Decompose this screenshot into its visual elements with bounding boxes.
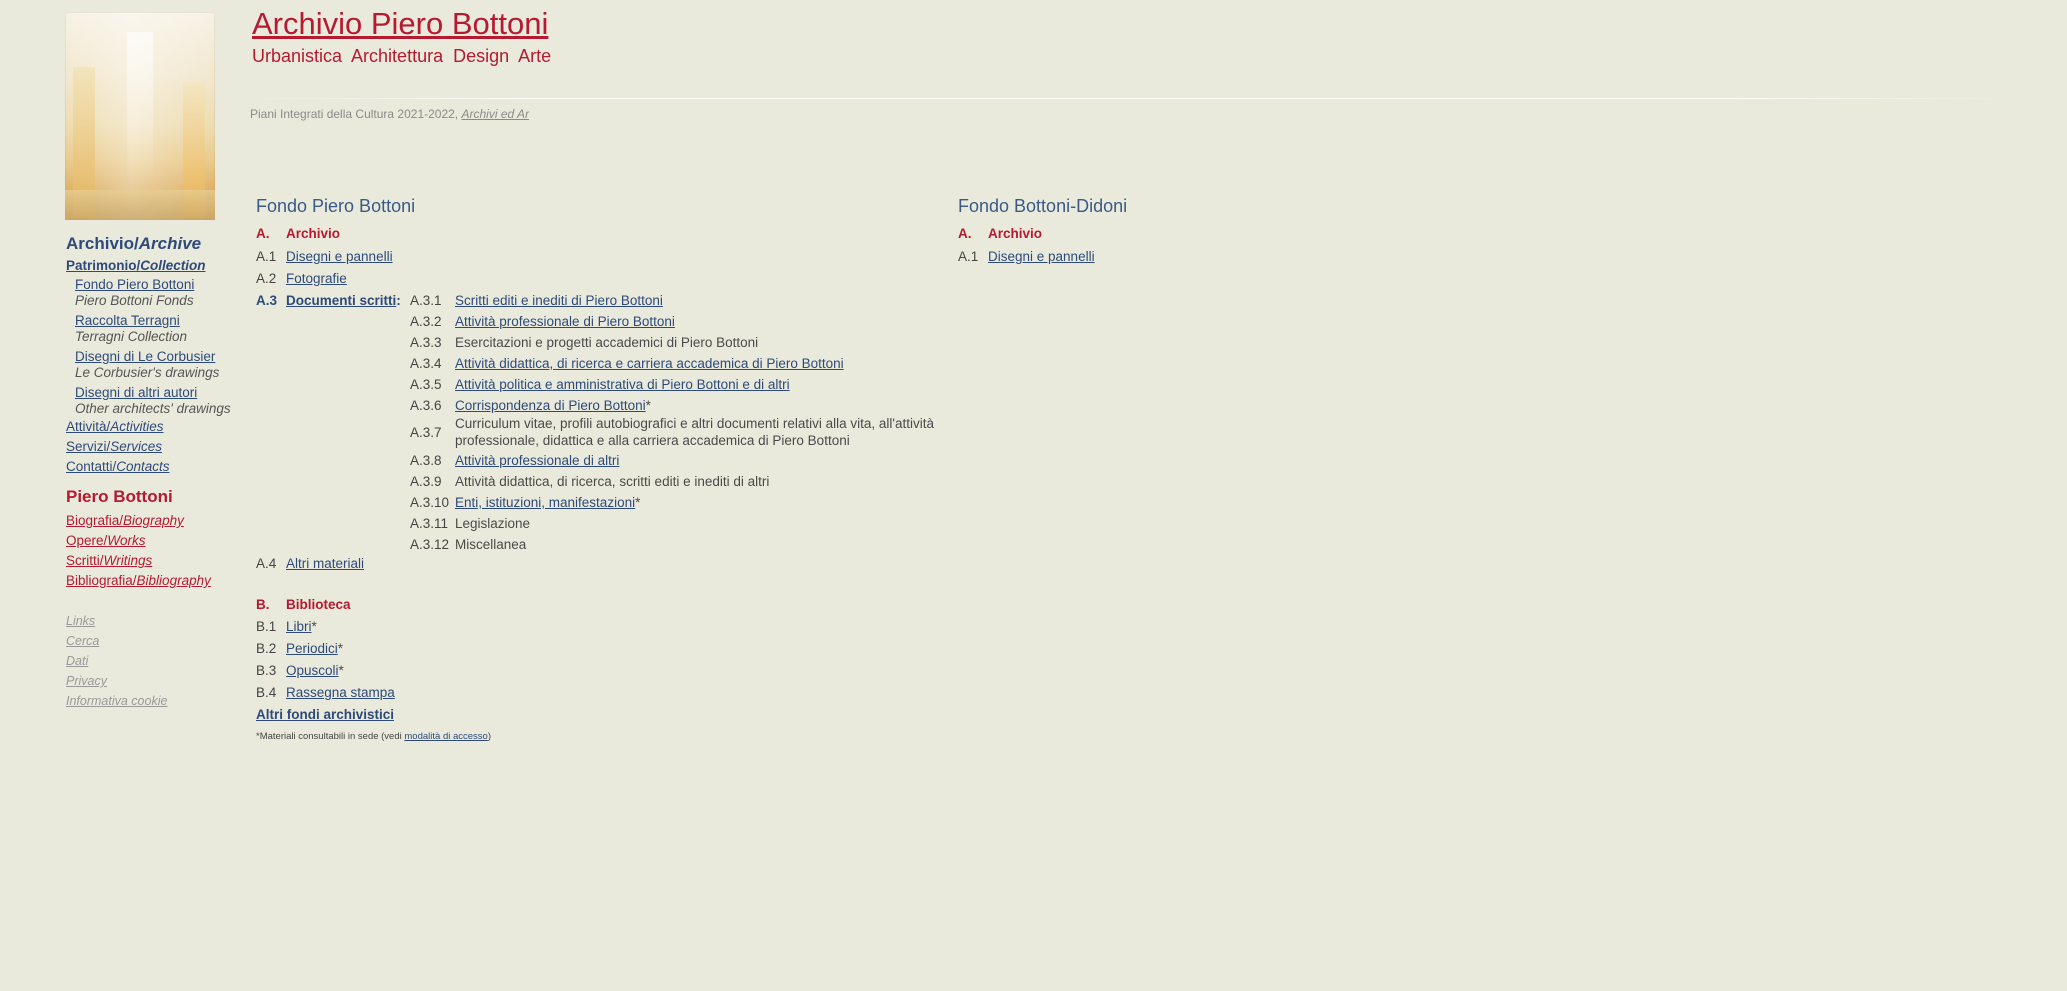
sidebar-link-writings[interactable]: Scritti/Writings [66, 551, 256, 571]
sidebar-link-data[interactable]: Dati [66, 651, 256, 671]
sidebar-item-raccolta-terragni-en: Terragni Collection [75, 329, 188, 344]
list-item-a3-6: A.3.6 Corrispondenza di Piero Bottoni* [410, 398, 651, 413]
sidebar: Archivio/Archive Patrimonio/Collection F… [66, 234, 256, 711]
image-light-beam [127, 32, 153, 182]
link-a3-2[interactable]: Attività professionale di Piero Bottoni [455, 314, 675, 329]
list-item-a3-7: Curriculum vitae, profili autobiografici… [455, 415, 934, 433]
pic-text: Piani Integrati della Cultura 2021-2022, [250, 107, 459, 121]
header-divider [252, 98, 2002, 99]
text-a3-11: Legislazione [455, 516, 531, 531]
link-b2[interactable]: Periodici [286, 641, 338, 656]
sidebar-item-le-corbusier-en: Le Corbusier's drawings [75, 365, 220, 380]
sidebar-link-cookie[interactable]: Informativa cookie [66, 691, 256, 711]
pic-announcement: Piani Integrati della Cultura 2021-2022,… [250, 107, 529, 121]
list-item-b2: B.2 Periodici* [256, 641, 344, 656]
list-item-a3-4: A.3.4 Attività didattica, di ricerca e ca… [410, 356, 844, 371]
link-b4[interactable]: Rassegna stampa [286, 685, 395, 700]
link-b1[interactable]: Libri [286, 619, 312, 634]
site-subtitle: Urbanistica Architettura Design Arte [252, 46, 552, 66]
text-a3-3: Esercitazioni e progetti accademici di P… [455, 335, 759, 350]
footnote-access-link[interactable]: modalità di accesso [404, 731, 487, 742]
didoni-link-a1[interactable]: Disegni e pannelli [988, 249, 1095, 264]
sidebar-item-fondo-bottoni[interactable]: Fondo Piero Bottoni [75, 277, 194, 292]
sidebar-bottoni-heading: Piero Bottoni [66, 487, 173, 506]
list-item-a4: A.4 Altri materiali [256, 556, 365, 571]
link-a3-10[interactable]: Enti, istituzioni, manifestazioni [455, 495, 635, 510]
sidebar-link-search[interactable]: Cerca [66, 631, 256, 651]
list-item-a3-10: A.3.10 Enti, istituzioni, manifestazioni* [410, 495, 641, 510]
sidebar-collection-list: Fondo Piero Bottoni Piero Bottoni Fonds … [75, 277, 256, 417]
link-b3[interactable]: Opuscoli [286, 663, 339, 678]
list-item-a3-3: A.3.3 Esercitazioni e progetti accademici… [410, 335, 759, 350]
sidebar-item-raccolta-terragni[interactable]: Raccolta Terragni [75, 313, 180, 328]
image-ground [65, 190, 215, 220]
list-item-a3-2: A.3.2 Attività professionale di Piero Bot… [410, 314, 675, 329]
section-a-heading: A. Archivio [256, 226, 341, 241]
sidebar-link-biography[interactable]: Biografia/Biography [66, 511, 256, 531]
text-a3-7-line2: professionale, didattica e alla carriera… [455, 433, 850, 448]
didoni-section-a-heading: A. Archivio [958, 226, 1043, 241]
list-item-a1: A.1 Disegni e pannelli [256, 249, 393, 264]
pic-link[interactable]: Archivi ed Ar [461, 107, 529, 121]
fondo-didoni-title: Fondo Bottoni-Didoni [958, 196, 1128, 216]
list-item-a3: A.3 Documenti scritti: [256, 293, 401, 308]
list-item-a3-7-line2: professionale, didattica e alla carriera… [455, 432, 850, 450]
text-a3-9: Attività didattica, di ricerca, scritti … [455, 474, 770, 489]
link-a3-8[interactable]: Attività professionale di altri [455, 453, 619, 468]
list-item-a3-1: A.3.1 Scritti editi e inediti di Piero Bo… [410, 293, 663, 308]
sidebar-link-privacy[interactable]: Privacy [66, 671, 256, 691]
sidebar-item-le-corbusier[interactable]: Disegni di Le Corbusier [75, 349, 215, 364]
sidebar-collection-link[interactable]: Patrimonio/Collection [66, 258, 256, 273]
list-item-b3: B.3 Opuscoli* [256, 663, 344, 678]
link-a4[interactable]: Altri materiali [286, 556, 364, 571]
altri-fondi-row: Altri fondi archivistici [256, 706, 394, 724]
sidebar-item-altri-autori[interactable]: Disegni di altri autori [75, 385, 197, 400]
header-image [65, 12, 215, 220]
footnote: *Materiali consultabili in sede (vedi mo… [256, 731, 491, 742]
altri-fondi-link[interactable]: Altri fondi archivistici [256, 707, 394, 722]
link-a1[interactable]: Disegni e pannelli [286, 249, 393, 264]
site-title-link[interactable]: Archivio Piero Bottoni [252, 6, 548, 42]
sidebar-item-altri-autori-en: Other architects' drawings [75, 401, 231, 416]
list-item-b1: B.1 Libri* [256, 619, 317, 634]
sidebar-link-bibliography[interactable]: Bibliografia/Bibliography [66, 571, 256, 591]
link-a3[interactable]: Documenti scritti [286, 293, 396, 308]
fondo-didoni-title-wrap: Fondo Bottoni-Didoni [958, 196, 1127, 223]
sidebar-link-contacts[interactable]: Contatti/Contacts [66, 457, 256, 477]
sidebar-link-links[interactable]: Links [66, 611, 256, 631]
sidebar-link-works[interactable]: Opere/Works [66, 531, 256, 551]
list-item-a3-11: A.3.11 Legislazione [410, 516, 531, 531]
link-a3-6[interactable]: Corrispondenza di Piero Bottoni [455, 398, 646, 413]
link-a2[interactable]: Fotografie [286, 271, 347, 286]
list-item-a3-7-code: A.3.7 [410, 425, 442, 440]
sidebar-link-activities[interactable]: Attività/Activities [66, 417, 256, 437]
text-a3-7-line1: Curriculum vitae, profili autobiografici… [455, 416, 935, 431]
list-item-a3-9: A.3.9 Attività didattica, di ricerca, scr… [410, 474, 770, 489]
section-b-heading: B. Biblioteca [256, 597, 351, 612]
sidebar-archive-heading: Archivio/Archive [66, 234, 202, 253]
link-a3-1[interactable]: Scritti editi e inediti di Piero Bottoni [455, 293, 663, 308]
didoni-list-item-a1: A.1 Disegni e pannelli [958, 249, 1095, 264]
list-item-a3-8: A.3.8 Attività professionale di altri [410, 453, 620, 468]
link-a3-4[interactable]: Attività didattica, di ricerca e carrier… [455, 356, 844, 371]
fondo-bottoni-title-wrap: Fondo Piero Bottoni [256, 196, 415, 223]
text-a3-12: Miscellanea [455, 537, 527, 552]
list-item-a2: A.2 Fotografie [256, 271, 347, 286]
fondo-bottoni-title: Fondo Piero Bottoni [256, 196, 416, 216]
list-item-a3-12: A.3.12 Miscellanea [410, 537, 527, 552]
sidebar-link-services[interactable]: Servizi/Services [66, 437, 256, 457]
list-item-a3-5: A.3.5 Attività politica e amministrativa … [410, 377, 790, 392]
sidebar-item-fondo-bottoni-en: Piero Bottoni Fonds [75, 293, 194, 308]
link-a3-5[interactable]: Attività politica e amministrativa di Pi… [455, 377, 790, 392]
list-item-b4: B.4 Rassegna stampa [256, 685, 395, 700]
